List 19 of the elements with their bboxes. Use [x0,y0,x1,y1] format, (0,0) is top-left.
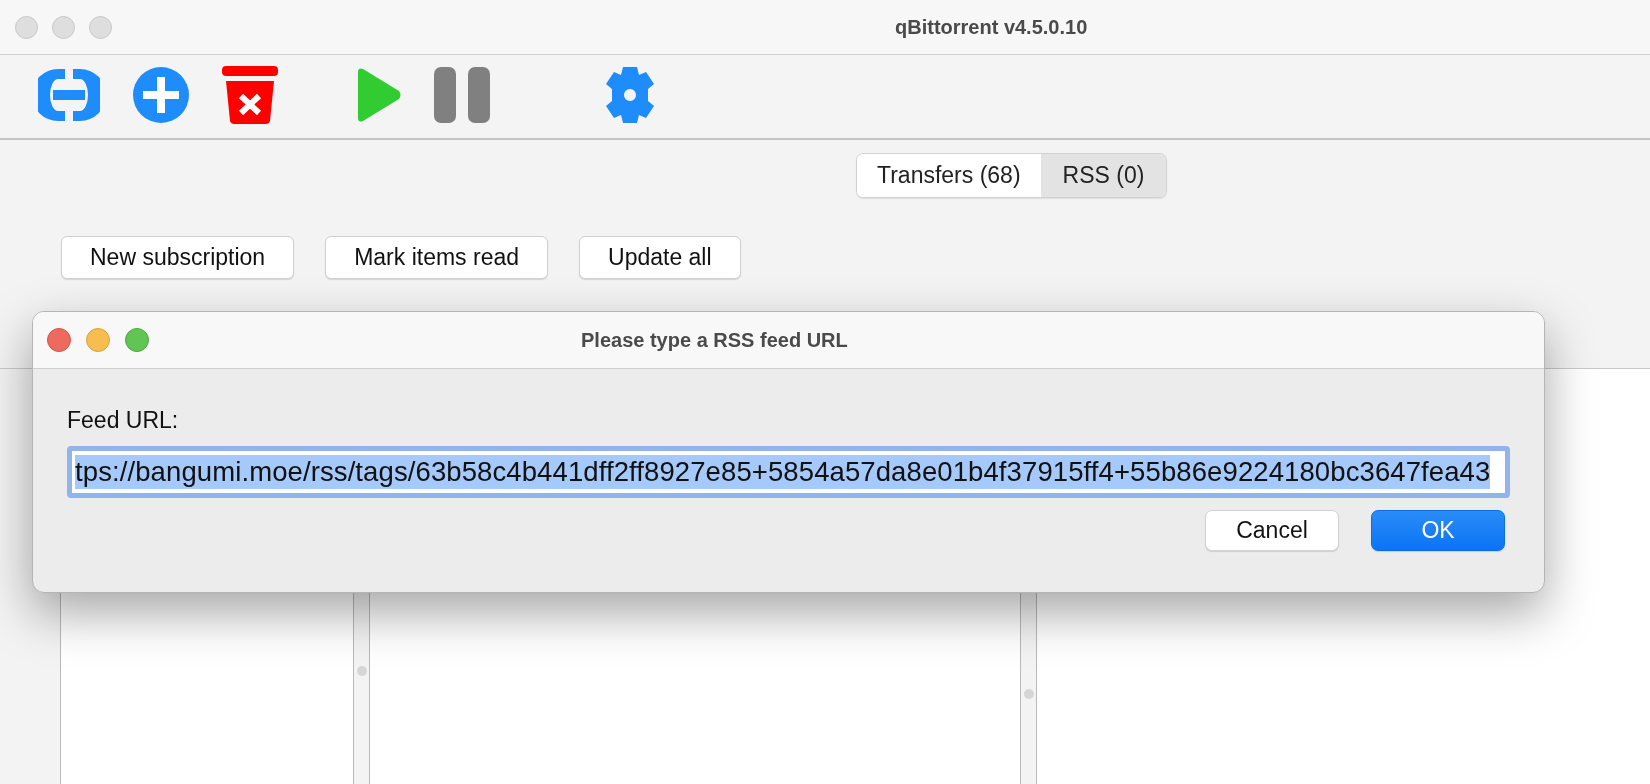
splitter-handle[interactable] [1023,689,1034,699]
zoom-button[interactable] [125,328,149,352]
field-label: Feed URL: [67,407,180,434]
minimize-button[interactable] [86,328,110,352]
close-button[interactable] [15,15,38,39]
url-field[interactable]: tps://bangumi.moe/rss/tags/63b58c4b441dff2ff8927e85+5854a57da8e01b4f37915ff4+55b86e9224180bc3647fea43 [67,446,1510,498]
zoom-button[interactable] [89,15,112,39]
tab[interactable]: Transfers (68) [857,154,1041,197]
update-all-button[interactable]: Update all [579,236,741,279]
new-subscription-button[interactable]: New subscription [61,236,295,279]
window-title: qBittorrent v4.5.0.10 [895,15,1088,39]
splitter-handle[interactable] [356,666,367,676]
cancel-button[interactable]: Cancel [1205,510,1339,551]
close-button[interactable] [47,328,71,352]
ok-button[interactable]: OK [1371,510,1505,551]
dialog-title: Please type a RSS feed URL [581,328,848,352]
mark-items-read-button[interactable]: Mark items read [325,236,548,279]
minimize-button[interactable] [52,15,75,39]
tab[interactable]: RSS (0) [1040,154,1167,197]
